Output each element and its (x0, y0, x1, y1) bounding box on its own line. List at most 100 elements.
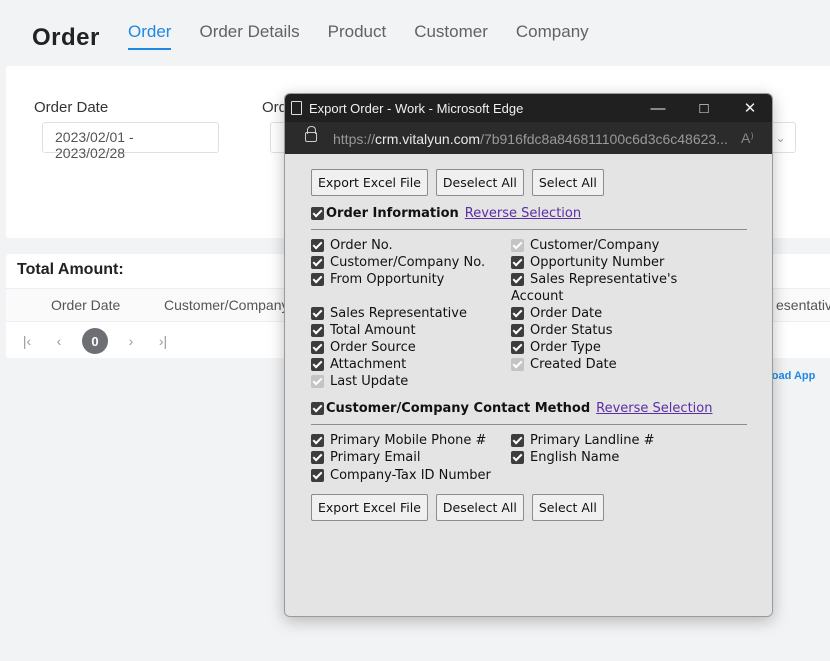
field-checkbox[interactable] (311, 341, 324, 354)
field-checkbox[interactable] (511, 273, 524, 286)
top-button-row: Export Excel File Deselect All Select Al… (311, 169, 604, 196)
field-checkbox[interactable] (311, 256, 324, 269)
export-field-option[interactable]: Primary Mobile Phone # (311, 432, 486, 449)
tab-product[interactable]: Product (328, 22, 387, 50)
section-title: Customer/Company Contact Method (326, 401, 591, 416)
export-field-option[interactable]: From Opportunity (311, 271, 444, 288)
bottom-button-row: Export Excel File Deselect All Select Al… (311, 494, 604, 521)
divider (311, 229, 747, 230)
field-checkbox[interactable] (311, 434, 324, 447)
lock-icon[interactable] (305, 126, 317, 142)
field-label: Last Update (330, 374, 409, 389)
next-page-icon[interactable]: › (122, 333, 140, 349)
export-field-option[interactable]: Customer/Company No. (311, 254, 485, 271)
export-field-option[interactable]: Order Source (311, 339, 416, 356)
field-checkbox[interactable] (511, 434, 524, 447)
field-checkbox[interactable] (311, 451, 324, 464)
window-title: Export Order - Work - Microsoft Edge (309, 101, 524, 116)
export-field-option[interactable]: Sales Representative (311, 305, 467, 322)
deselect-all-button[interactable]: Deselect All (435, 169, 524, 196)
divider (311, 424, 747, 425)
export-field-option[interactable]: Order Status (511, 322, 613, 339)
field-label: From Opportunity (330, 272, 445, 287)
field-label: Opportunity Number (530, 255, 665, 270)
field-label: Primary Mobile Phone # (330, 433, 487, 448)
field-label: Primary Landline # (530, 433, 655, 448)
window-titlebar: Export Order - Work - Microsoft Edge — □… (285, 94, 772, 122)
minimize-icon[interactable]: — (643, 98, 673, 118)
field-checkbox[interactable] (511, 324, 524, 337)
page-number[interactable]: 0 (82, 328, 108, 354)
tab-customer[interactable]: Customer (414, 22, 488, 50)
url-text[interactable]: https://crm.vitalyun.com/7b916fdc8a84681… (333, 131, 733, 147)
last-page-icon[interactable]: ›| (154, 333, 172, 349)
reverse-selection-link[interactable]: Reverse Selection (596, 401, 712, 416)
order-date-input[interactable]: 2023/02/01 - 2023/02/28 (42, 122, 219, 161)
field-checkbox[interactable] (311, 358, 324, 371)
section-order-information: Order Information Reverse Selection (311, 206, 581, 221)
export-field-option: Created Date (511, 356, 617, 373)
export-field-option[interactable]: Order No. (311, 237, 393, 254)
export-field-option[interactable]: Attachment (311, 356, 406, 373)
export-popup-window: Export Order - Work - Microsoft Edge — □… (284, 93, 773, 617)
field-label: Order Status (530, 323, 613, 338)
select-all-button[interactable]: Select All (531, 494, 604, 521)
pagination: |‹ ‹ 0 › ›| (18, 328, 172, 354)
order-date-label: Order Date (34, 99, 109, 116)
export-field-option[interactable]: Primary Email (311, 449, 420, 466)
tab-order[interactable]: Order (128, 22, 172, 50)
section-checkbox[interactable] (311, 207, 324, 220)
export-excel-button[interactable]: Export Excel File (311, 494, 428, 521)
section-contact-method: Customer/Company Contact Method Reverse … (311, 401, 712, 416)
page-title: Order (32, 24, 100, 51)
prev-page-icon[interactable]: ‹ (50, 333, 68, 349)
export-field-option[interactable]: Order Type (511, 339, 601, 356)
export-field-option[interactable]: English Name (511, 449, 619, 466)
address-bar[interactable]: https://crm.vitalyun.com/7b916fdc8a84681… (285, 122, 772, 154)
deselect-all-button[interactable]: Deselect All (435, 494, 524, 521)
export-content: Export Excel File Deselect All Select Al… (285, 154, 772, 616)
field-checkbox[interactable] (311, 324, 324, 337)
select-all-button[interactable]: Select All (531, 169, 604, 196)
field-label: Sales Representative (330, 306, 467, 321)
field-label: Created Date (530, 357, 617, 372)
field-checkbox[interactable] (511, 307, 524, 320)
first-page-icon[interactable]: |‹ (18, 333, 36, 349)
field-checkbox[interactable] (311, 239, 324, 252)
field-checkbox[interactable] (311, 469, 324, 482)
close-icon[interactable]: ✕ (735, 98, 765, 118)
total-amount-label: Total Amount: (17, 261, 124, 278)
export-field-option[interactable]: Opportunity Number (511, 254, 664, 271)
read-aloud-icon[interactable]: A⁾ (741, 130, 754, 147)
export-field-option[interactable]: Primary Landline # (511, 432, 655, 449)
column-sales-representative[interactable]: esentative (776, 297, 830, 313)
field-checkbox[interactable] (311, 307, 324, 320)
section-checkbox[interactable] (311, 402, 324, 415)
field-checkbox[interactable] (511, 341, 524, 354)
tab-order-details[interactable]: Order Details (199, 22, 299, 50)
export-field-option[interactable]: Company-Tax ID Number (311, 467, 491, 484)
field-checkbox (511, 239, 524, 252)
export-excel-button[interactable]: Export Excel File (311, 169, 428, 196)
export-field-option[interactable]: Total Amount (311, 322, 416, 339)
field-label: Customer/Company No. (330, 255, 486, 270)
tab-company[interactable]: Company (516, 22, 589, 50)
reverse-selection-link[interactable]: Reverse Selection (465, 206, 581, 221)
field-label: Total Amount (330, 323, 416, 338)
tab-bar: Order Order Details Product Customer Com… (128, 22, 589, 50)
column-customer-company[interactable]: Customer/Company (164, 297, 289, 313)
export-field-option[interactable]: Sales Representative's Account (511, 271, 677, 305)
field-label: Order Source (330, 340, 416, 355)
field-checkbox (311, 375, 324, 388)
field-checkbox[interactable] (511, 256, 524, 269)
page-icon (291, 101, 302, 115)
maximize-icon[interactable]: □ (689, 98, 719, 118)
column-order-date[interactable]: Order Date (51, 297, 120, 313)
field-label: Order Type (530, 340, 601, 355)
field-checkbox[interactable] (511, 451, 524, 464)
field-checkbox[interactable] (311, 273, 324, 286)
export-field-option[interactable]: Order Date (511, 305, 602, 322)
section-title: Order Information (326, 206, 459, 221)
field-checkbox (511, 358, 524, 371)
field-label: Primary Email (330, 450, 421, 465)
